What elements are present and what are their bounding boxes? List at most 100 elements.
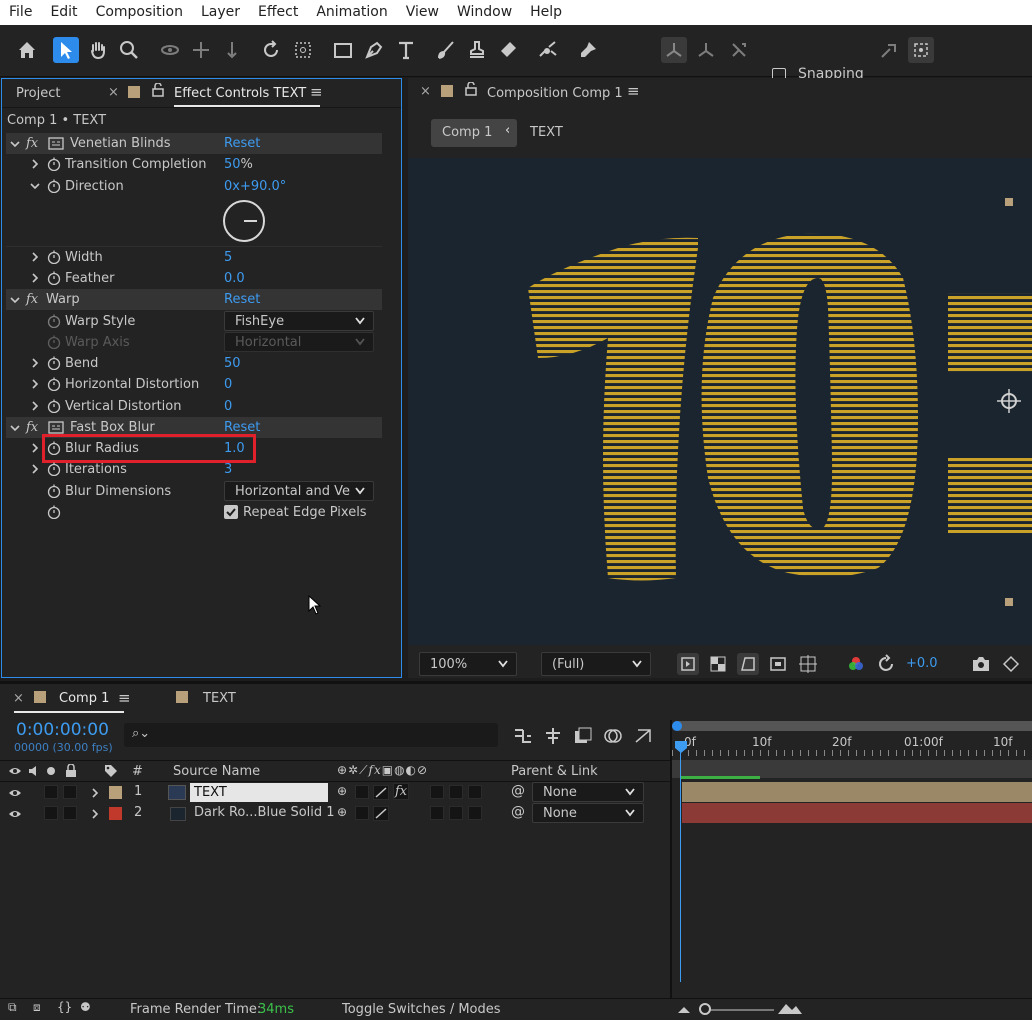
rectangle-tool-icon[interactable] (330, 37, 356, 63)
panel-menu-icon[interactable]: ≡ (627, 82, 640, 100)
param-transition-completion[interactable]: Transition Completion 50% (6, 154, 382, 175)
lock-switch[interactable] (63, 806, 77, 820)
param-bend[interactable]: Bend 50 (6, 353, 382, 374)
transfer-controls-pane-icon[interactable]: ⧈ (33, 1000, 41, 1015)
chevron-down-icon[interactable] (10, 295, 20, 305)
clone-stamp-icon[interactable] (464, 37, 490, 63)
stopwatch-icon[interactable] (47, 377, 61, 391)
grid-guides-icon[interactable] (797, 653, 819, 675)
angle-dial[interactable] (221, 198, 267, 244)
adjustment-switch[interactable] (449, 785, 463, 799)
effect-venetian-blinds[interactable]: fx Venetian Blinds Reset (6, 133, 382, 154)
solo-icon[interactable] (46, 766, 56, 776)
axis-world-icon[interactable] (693, 37, 719, 63)
collapse-switch[interactable] (355, 806, 369, 820)
menu-animation[interactable]: Animation (307, 0, 396, 25)
time-ruler[interactable]: 0f 10f 20f 01:00f 10f (672, 732, 1032, 756)
effect-switch-icon[interactable]: fx (393, 783, 410, 800)
composition-mini-flowchart-icon[interactable] (512, 726, 534, 746)
toggle-switches-modes-button[interactable]: Toggle Switches / Modes (342, 1002, 501, 1017)
chevron-right-icon[interactable] (30, 401, 40, 411)
zoom-slider-thumb[interactable] (699, 1003, 711, 1015)
menu-help[interactable]: Help (521, 0, 571, 25)
motion-blur-switch[interactable] (430, 806, 444, 820)
stopwatch-icon[interactable] (47, 462, 61, 476)
layer-name-field[interactable]: TEXT (190, 783, 328, 802)
menu-file[interactable]: File (0, 0, 41, 25)
brush-tool-icon[interactable] (433, 37, 459, 63)
effect-warp[interactable]: fx Warp Reset (6, 289, 382, 310)
snap-features-icon[interactable] (908, 37, 934, 63)
motion-blur-switch[interactable] (430, 785, 444, 799)
param-value[interactable]: 50% (224, 157, 253, 172)
lock-icon[interactable] (465, 81, 477, 100)
composition-canvas[interactable] (408, 158, 1032, 645)
show-snapshot-icon[interactable] (1000, 653, 1022, 675)
label-color[interactable] (109, 786, 122, 799)
stopwatch-icon[interactable] (47, 356, 61, 370)
panel-menu-icon[interactable]: ≡ (118, 689, 131, 707)
warp-style-dropdown[interactable]: FishEye (224, 311, 374, 331)
zoom-in-icon[interactable] (778, 1002, 802, 1014)
home-icon[interactable] (14, 37, 40, 63)
chevron-right-icon[interactable] (30, 464, 40, 474)
param-feather[interactable]: Feather 0.0 (6, 268, 382, 289)
chevron-down-icon[interactable] (10, 423, 20, 433)
lock-switch[interactable] (63, 785, 77, 799)
blur-dimensions-dropdown[interactable]: Horizontal and Ve (224, 481, 374, 501)
reset-link[interactable]: Reset (224, 292, 260, 307)
repeat-edge-checkbox[interactable] (224, 505, 238, 519)
transparency-grid-icon[interactable] (707, 653, 729, 675)
solo-switch[interactable] (44, 785, 58, 799)
chevron-down-icon[interactable] (10, 139, 20, 149)
lock-icon[interactable] (65, 764, 77, 778)
draft-3d-icon[interactable] (542, 726, 564, 746)
tab-timeline-comp[interactable]: Comp 1 (59, 691, 109, 706)
zoom-dropdown[interactable]: 100% (419, 652, 517, 676)
playhead-line[interactable] (680, 742, 681, 982)
tab-effect-controls[interactable]: Effect Controls TEXT (174, 79, 306, 107)
label-icon[interactable] (104, 764, 118, 778)
param-value[interactable]: 0 (224, 377, 232, 392)
in-out-duration-pane-icon[interactable]: {} (57, 1000, 72, 1014)
tab-project[interactable]: Project (16, 79, 60, 107)
reset-link[interactable]: Reset (224, 136, 260, 151)
exposure-value[interactable]: +0.0 (906, 656, 938, 671)
stopwatch-icon[interactable] (47, 484, 61, 498)
fx-icon[interactable]: fx (26, 420, 38, 435)
collapse-switch[interactable] (355, 785, 369, 799)
snap-options-icon[interactable] (876, 37, 902, 63)
eye-icon[interactable] (8, 765, 22, 777)
param-value[interactable]: 0 (224, 399, 232, 414)
search-input[interactable]: ⌕⌄ (124, 723, 498, 747)
panel-menu-icon[interactable]: ≡ (310, 83, 323, 101)
chevron-right-icon[interactable] (30, 273, 40, 283)
selection-tool-icon[interactable] (53, 37, 79, 63)
chevron-right-icon[interactable] (30, 159, 40, 169)
layer-bar-solid[interactable] (682, 803, 1032, 823)
layer-bar-text[interactable] (682, 782, 1032, 802)
zoom-out-icon[interactable] (678, 1005, 690, 1013)
pickwhip-icon[interactable]: @ (511, 804, 525, 820)
menu-composition[interactable]: Composition (87, 0, 192, 25)
chevron-right-icon[interactable] (30, 358, 40, 368)
param-direction[interactable]: Direction 0x+90.0° (6, 176, 382, 197)
stopwatch-icon[interactable] (47, 179, 61, 193)
playhead-icon[interactable] (674, 740, 688, 754)
quality-switch-icon[interactable] (373, 806, 389, 821)
close-icon[interactable]: × (420, 84, 431, 99)
param-vertical-distortion[interactable]: Vertical Distortion 0 (6, 396, 382, 417)
layer-breadcrumb[interactable]: TEXT (530, 125, 563, 140)
menu-effect[interactable]: Effect (249, 0, 307, 25)
chevron-right-icon[interactable] (91, 788, 99, 798)
frame-blending-icon[interactable] (602, 726, 624, 746)
param-value[interactable]: 0.0 (224, 271, 245, 286)
hide-shy-layers-icon[interactable] (572, 726, 594, 746)
chevron-down-icon[interactable] (30, 181, 40, 191)
orbit-camera-icon[interactable] (157, 37, 183, 63)
layer-switches-pane-icon[interactable]: ⧉ (8, 1000, 17, 1015)
menu-edit[interactable]: Edit (41, 0, 86, 25)
resolution-dropdown[interactable]: (Full) (541, 652, 651, 676)
zoom-tool-icon[interactable] (116, 37, 142, 63)
comp-breadcrumb-button[interactable]: Comp 1 ‹ (431, 119, 517, 147)
